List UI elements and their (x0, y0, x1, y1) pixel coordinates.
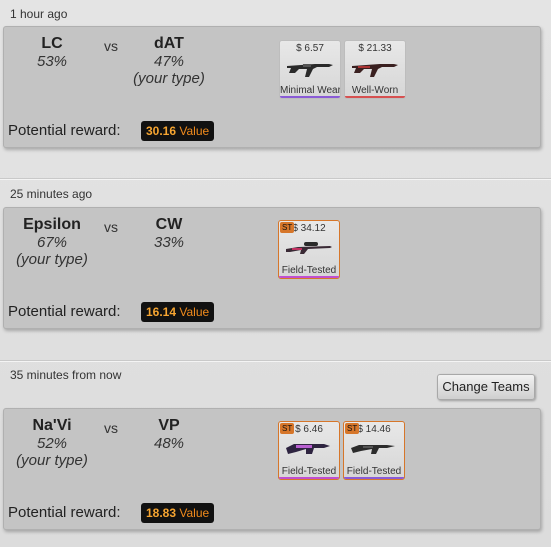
team-percent: 48% (153, 435, 185, 452)
quality-bar (344, 477, 404, 479)
your-type-label: (your type) (16, 251, 88, 268)
match-time: 25 minutes ago (10, 187, 93, 201)
team-name: LC (41, 35, 63, 52)
item-price: $ 21.33 (358, 43, 392, 54)
item-condition: Field-Tested (281, 466, 337, 477)
team-percent: 33% (153, 234, 185, 251)
rifle-icon (352, 64, 398, 77)
rifle-icon (351, 445, 395, 454)
match-card: Na'Vi 52% (your type) vs VP 48% $ 6.46 S… (3, 408, 541, 530)
your-type-label: (your type) (133, 70, 205, 87)
reward-label: Potential reward: (8, 303, 121, 320)
item-condition: Minimal Wear (280, 85, 341, 96)
item-condition: Field-Tested (281, 265, 337, 276)
reward-badge: 30.16 Value (141, 121, 215, 141)
quality-bar (279, 276, 339, 278)
team-b[interactable]: CW 33% (114, 216, 224, 251)
team-b[interactable]: dAT 47% (your type) (114, 35, 224, 87)
team-name: Epsilon (23, 216, 81, 233)
team-a[interactable]: LC 53% (0, 35, 107, 70)
reward-unit: Value (179, 506, 210, 520)
reward-label: Potential reward: (8, 504, 121, 521)
team-name: VP (158, 417, 180, 434)
reward-value: 16.14 (146, 305, 177, 319)
match-time: 35 minutes from now (10, 368, 122, 382)
match-card: Epsilon 67% (your type) vs CW 33% $ 34.1… (3, 207, 541, 329)
bullpup-icon (286, 444, 330, 454)
team-name: dAT (154, 35, 184, 52)
reward-badge: 16.14 Value (141, 302, 215, 322)
stattrak-badge: ST (280, 222, 295, 233)
item-price: $ 6.57 (296, 43, 324, 54)
team-a[interactable]: Epsilon 67% (your type) (0, 216, 107, 268)
team-percent: 52% (36, 435, 68, 452)
team-percent: 47% (153, 53, 185, 70)
team-b[interactable]: VP 48% (114, 417, 224, 452)
quality-bar (279, 477, 339, 479)
your-type-label: (your type) (16, 452, 88, 469)
item-condition: Field-Tested (346, 466, 402, 477)
item-condition: Well-Worn (351, 85, 399, 96)
team-a[interactable]: Na'Vi 52% (your type) (0, 417, 107, 469)
rifle-icon (287, 64, 333, 77)
match-time: 1 hour ago (10, 7, 68, 21)
skin-item[interactable]: $ 21.33 Well-Worn (344, 40, 406, 99)
match-card: LC 53% vs dAT 47% (your type) $ 6.57 Min… (3, 26, 541, 148)
skin-item[interactable]: $ 6.46 ST Field-Tested (278, 421, 340, 480)
sniper-icon (286, 242, 332, 254)
reward-label: Potential reward: (8, 122, 121, 139)
team-name: Na'Vi (32, 417, 72, 434)
team-percent: 67% (36, 234, 68, 251)
change-teams-button[interactable]: Change Teams (437, 374, 535, 400)
stattrak-badge: ST (345, 423, 360, 434)
quality-bar (280, 96, 340, 98)
section-divider (0, 178, 551, 179)
reward-unit: Value (179, 305, 210, 319)
reward-value: 30.16 (146, 124, 177, 138)
skin-item[interactable]: $ 6.57 Minimal Wear (279, 40, 341, 99)
skin-item[interactable]: $ 14.46 ST Field-Tested (343, 421, 405, 480)
quality-bar (345, 96, 405, 98)
team-name: CW (155, 216, 183, 233)
reward-badge: 18.83 Value (141, 503, 215, 523)
section-divider (0, 360, 551, 361)
reward-unit: Value (179, 124, 210, 138)
reward-value: 18.83 (146, 506, 177, 520)
team-percent: 53% (36, 53, 68, 70)
skin-item[interactable]: $ 34.12 ST Field-Tested (278, 220, 340, 279)
stattrak-badge: ST (280, 423, 295, 434)
